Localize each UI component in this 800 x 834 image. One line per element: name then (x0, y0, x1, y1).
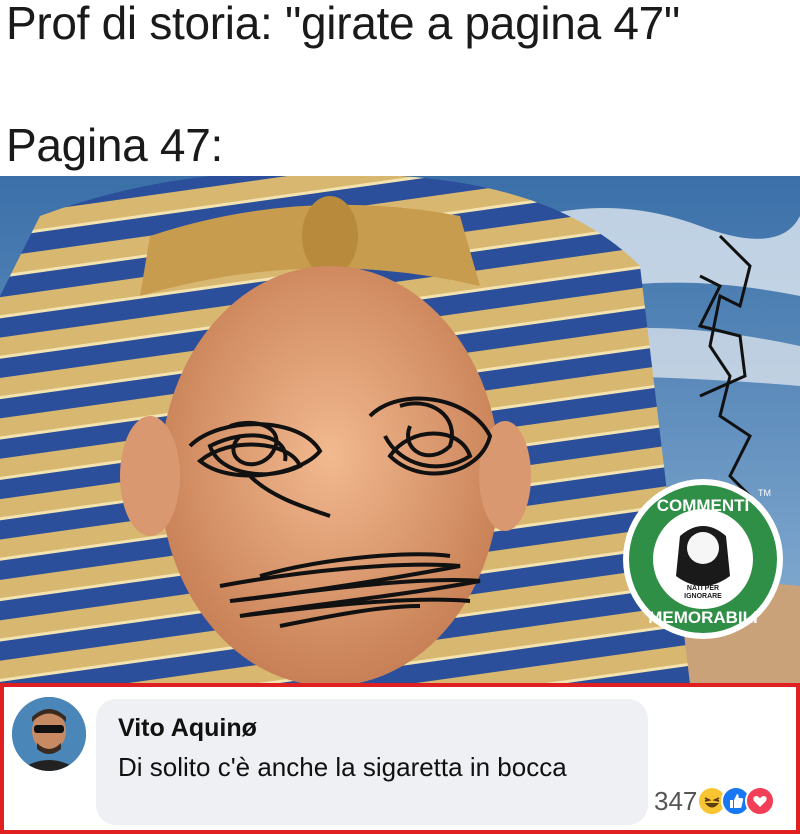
watermark-trademark: TM (758, 488, 771, 498)
reaction-count: 347 (654, 785, 698, 816)
comment-bubble: Vito Aquinø Di solito c'è anche la sigar… (96, 699, 648, 825)
comment-text: Di solito c'è anche la sigaretta in bocc… (118, 752, 567, 782)
commenter-name[interactable]: Vito Aquinø (118, 713, 626, 743)
avatar[interactable] (12, 697, 86, 771)
comment-section: Vito Aquinø Di solito c'è anche la sigar… (0, 683, 800, 834)
watermark-bottom-text: MEMORABILI (648, 608, 758, 627)
watermark-small-text-1: NATI PER (687, 585, 719, 592)
caption-line-2: Pagina 47: (6, 119, 223, 171)
meme-image: COMMENTI MEMORABILI NATI PER IGNORARE TM (0, 176, 800, 684)
love-icon (745, 786, 776, 816)
watermark-small-text-2: IGNORARE (684, 593, 722, 600)
reactions-summary[interactable]: 347 (654, 783, 776, 819)
caption-line-1: Prof di storia: "girate a pagina 47" (6, 0, 680, 49)
watermark-top-text: COMMENTI (657, 496, 750, 515)
